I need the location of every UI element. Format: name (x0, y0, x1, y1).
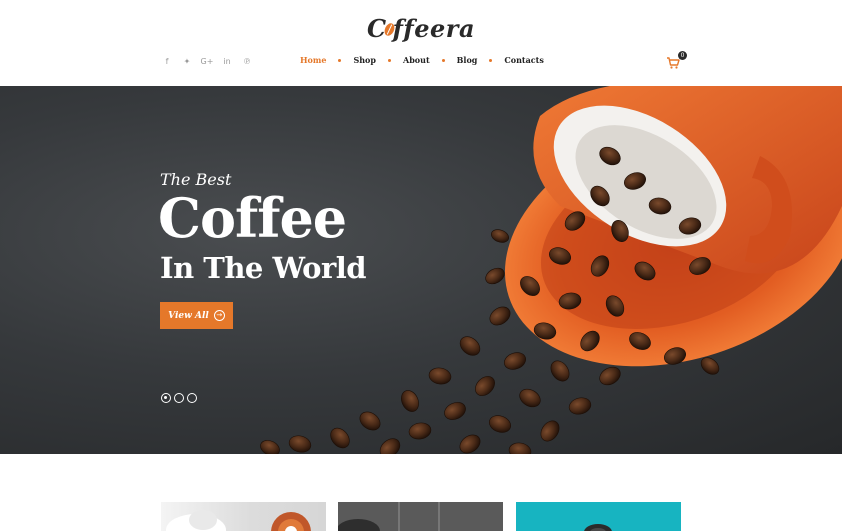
coffee-cup-thumbnail-image (166, 510, 311, 531)
pinterest-icon[interactable]: ℗ (237, 56, 257, 68)
nav-blog[interactable]: Blog (457, 55, 478, 65)
product-thumbnail-2[interactable] (338, 502, 503, 531)
logo-text-end: ffeera (392, 14, 475, 43)
site-header: Cffeera f ✦ G+ in ℗ Home Shop About Blog… (0, 0, 842, 86)
hero-title-secondary: In The World (160, 251, 367, 285)
facebook-icon[interactable]: f (157, 56, 177, 68)
hero-title: Coffee (158, 186, 347, 250)
coffee-machine-thumbnail-image (584, 524, 612, 531)
hero-slider: The Best Coffee In The World View All → (0, 86, 842, 454)
nav-separator (489, 58, 493, 62)
logo[interactable]: Cffeera (0, 14, 842, 43)
linkedin-icon[interactable]: in (217, 56, 237, 68)
nav-separator (441, 58, 445, 62)
cart-count-badge: 0 (678, 51, 687, 60)
nav-separator (338, 58, 342, 62)
cart-button[interactable]: 0 (666, 51, 688, 72)
view-all-button[interactable]: View All → (160, 302, 233, 329)
slider-dot-2[interactable] (174, 393, 184, 403)
view-all-label: View All (168, 310, 209, 321)
nav-separator (387, 58, 391, 62)
coffee-cup-image (260, 86, 842, 454)
slider-pagination (161, 393, 197, 403)
slider-dot-1[interactable] (161, 393, 171, 403)
nav-contacts[interactable]: Contacts (504, 55, 543, 65)
main-nav: Home Shop About Blog Contacts (300, 55, 544, 65)
arrow-right-icon: → (213, 310, 225, 321)
product-thumbnail-3[interactable] (516, 502, 681, 531)
slider-dot-3[interactable] (187, 393, 197, 403)
product-thumbnail-1[interactable] (161, 502, 326, 531)
social-links: f ✦ G+ in ℗ (157, 56, 257, 68)
coffee-bag-thumbnail-image (338, 502, 503, 531)
google-plus-icon[interactable]: G+ (197, 56, 217, 68)
nav-home[interactable]: Home (300, 55, 326, 65)
nav-shop[interactable]: Shop (353, 55, 376, 65)
twitter-icon[interactable]: ✦ (177, 56, 197, 68)
nav-about[interactable]: About (403, 55, 430, 65)
